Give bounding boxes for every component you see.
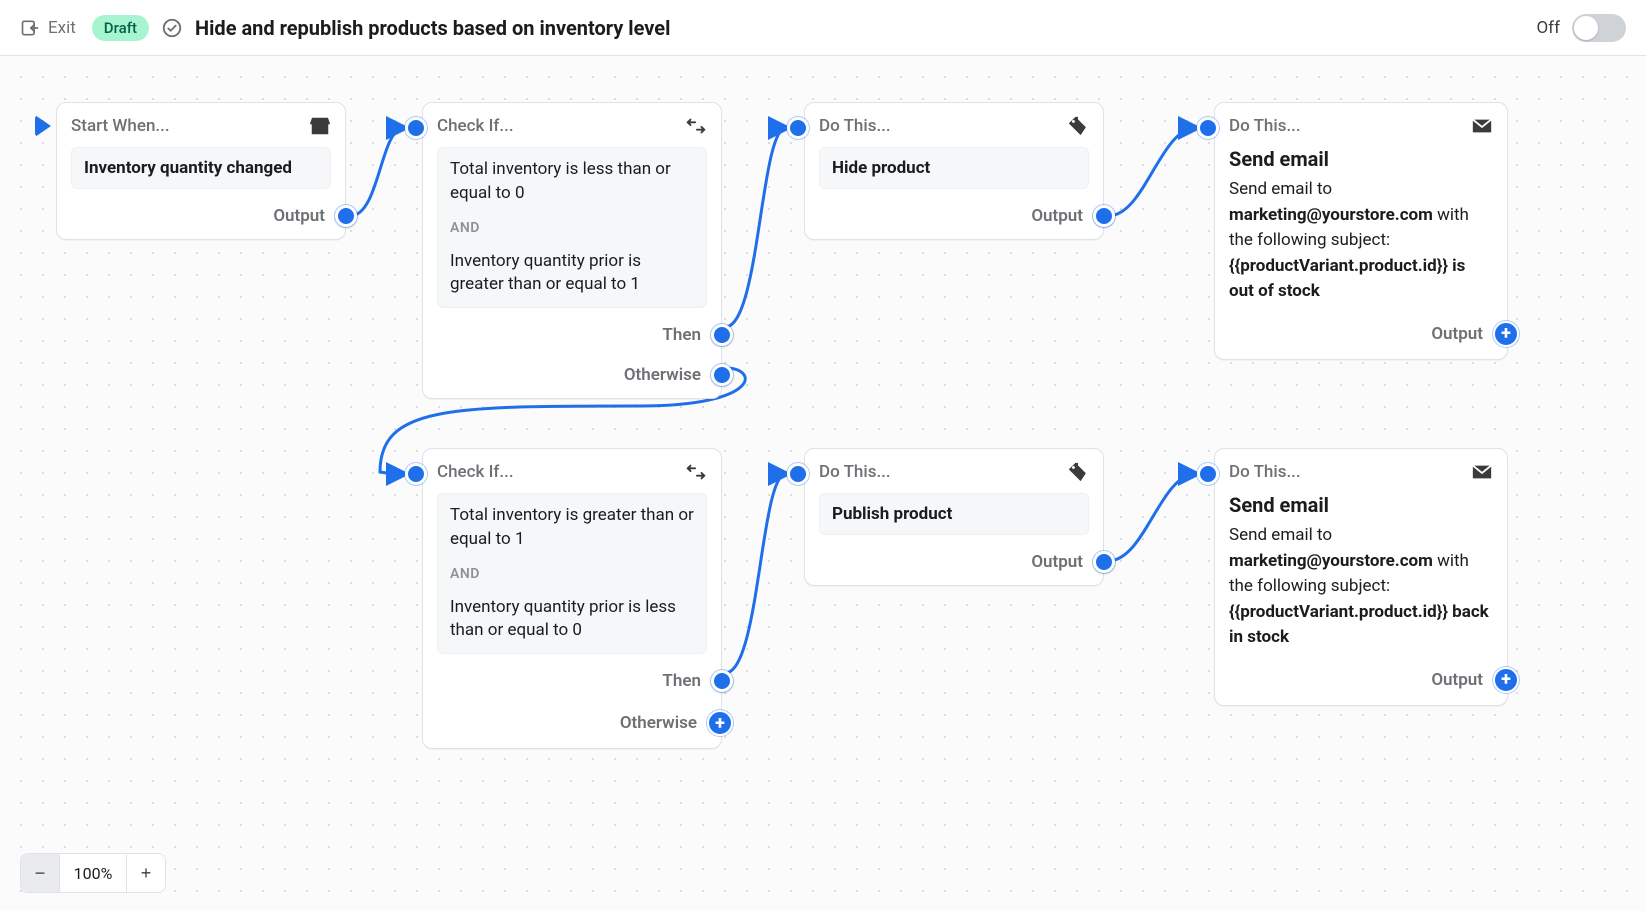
node-head: Do This... — [819, 116, 1059, 136]
trigger-title: Inventory quantity changed — [71, 147, 331, 189]
condition-and: AND — [450, 220, 694, 236]
zoom-control: − 100% + — [20, 853, 166, 893]
port-label-then: Then — [662, 325, 701, 345]
condition-icon — [685, 115, 707, 137]
action-title: Hide product — [819, 147, 1089, 189]
canvas[interactable]: Start When... Inventory quantity changed… — [0, 56, 1646, 911]
add-output-port[interactable]: + — [1493, 667, 1519, 693]
email-description: Send email to marketing@yourstore.com wi… — [1229, 177, 1493, 305]
toggle-switch[interactable] — [1572, 14, 1626, 42]
output-port[interactable] — [1093, 205, 1115, 227]
action-title: Publish product — [819, 493, 1089, 535]
email-icon — [1471, 115, 1493, 137]
zoom-in-button[interactable]: + — [127, 854, 165, 892]
store-icon — [309, 115, 331, 137]
node-action-email-back-in-stock[interactable]: Do This... Send email Send email to mark… — [1214, 448, 1508, 706]
output-port[interactable] — [1093, 551, 1115, 573]
tag-icon — [1067, 461, 1089, 483]
condition-rule: Total inventory is less than or equal to… — [450, 158, 694, 206]
exit-button[interactable]: Exit — [20, 18, 76, 38]
port-label-output: Output — [1031, 552, 1083, 572]
zoom-value: 100% — [59, 855, 127, 892]
port-label-output: Output — [273, 206, 325, 226]
add-output-port[interactable]: + — [1493, 321, 1519, 347]
condition-rule: Inventory quantity prior is greater than… — [450, 250, 694, 298]
port-label-output: Output — [1031, 206, 1083, 226]
exit-icon — [20, 18, 40, 38]
condition-and: AND — [450, 566, 694, 582]
node-head: Do This... — [1229, 116, 1463, 136]
condition-icon — [685, 461, 707, 483]
topbar: Exit Draft Hide and republish products b… — [0, 0, 1646, 56]
port-label-output: Output — [1431, 324, 1483, 344]
start-marker-icon — [35, 115, 51, 137]
output-port[interactable] — [335, 205, 357, 227]
condition-rules: Total inventory is less than or equal to… — [437, 147, 707, 308]
exit-label: Exit — [48, 18, 76, 38]
zoom-out-button[interactable]: − — [21, 854, 59, 892]
action-title: Send email — [1229, 147, 1493, 171]
then-port[interactable] — [711, 324, 733, 346]
input-port[interactable] — [787, 117, 809, 139]
input-port[interactable] — [405, 463, 427, 485]
node-head: Do This... — [1229, 462, 1463, 482]
email-description: Send email to marketing@yourstore.com wi… — [1229, 523, 1493, 651]
node-head: Start When... — [71, 116, 301, 136]
then-port[interactable] — [711, 670, 733, 692]
input-port[interactable] — [1197, 463, 1219, 485]
status-badge: Draft — [92, 15, 149, 41]
port-label-otherwise: Otherwise — [624, 365, 701, 385]
node-head: Do This... — [819, 462, 1059, 482]
port-label-then: Then — [662, 671, 701, 691]
action-title: Send email — [1229, 493, 1493, 517]
check-circle-icon — [161, 17, 183, 39]
enable-toggle[interactable]: Off — [1536, 14, 1626, 42]
otherwise-port[interactable] — [711, 364, 733, 386]
node-action-email-out-of-stock[interactable]: Do This... Send email Send email to mark… — [1214, 102, 1508, 360]
tag-icon — [1067, 115, 1089, 137]
node-action-hide-product[interactable]: Do This... Hide product Output — [804, 102, 1104, 240]
input-port[interactable] — [405, 117, 427, 139]
condition-rules: Total inventory is greater than or equal… — [437, 493, 707, 654]
workflow-title: Hide and republish products based on inv… — [195, 16, 670, 40]
node-head: Check If... — [437, 462, 677, 482]
add-otherwise-port[interactable]: + — [707, 710, 733, 736]
node-condition-out-of-stock[interactable]: Check If... Total inventory is less than… — [422, 102, 722, 399]
port-label-otherwise: Otherwise — [620, 713, 697, 733]
condition-rule: Inventory quantity prior is less than or… — [450, 596, 694, 644]
email-icon — [1471, 461, 1493, 483]
toggle-label: Off — [1536, 18, 1560, 38]
node-head: Check If... — [437, 116, 677, 136]
condition-rule: Total inventory is greater than or equal… — [450, 504, 694, 552]
node-action-publish-product[interactable]: Do This... Publish product Output — [804, 448, 1104, 586]
node-trigger[interactable]: Start When... Inventory quantity changed… — [56, 102, 346, 240]
node-condition-back-in-stock[interactable]: Check If... Total inventory is greater t… — [422, 448, 722, 749]
port-label-output: Output — [1431, 670, 1483, 690]
input-port[interactable] — [787, 463, 809, 485]
input-port[interactable] — [1197, 117, 1219, 139]
